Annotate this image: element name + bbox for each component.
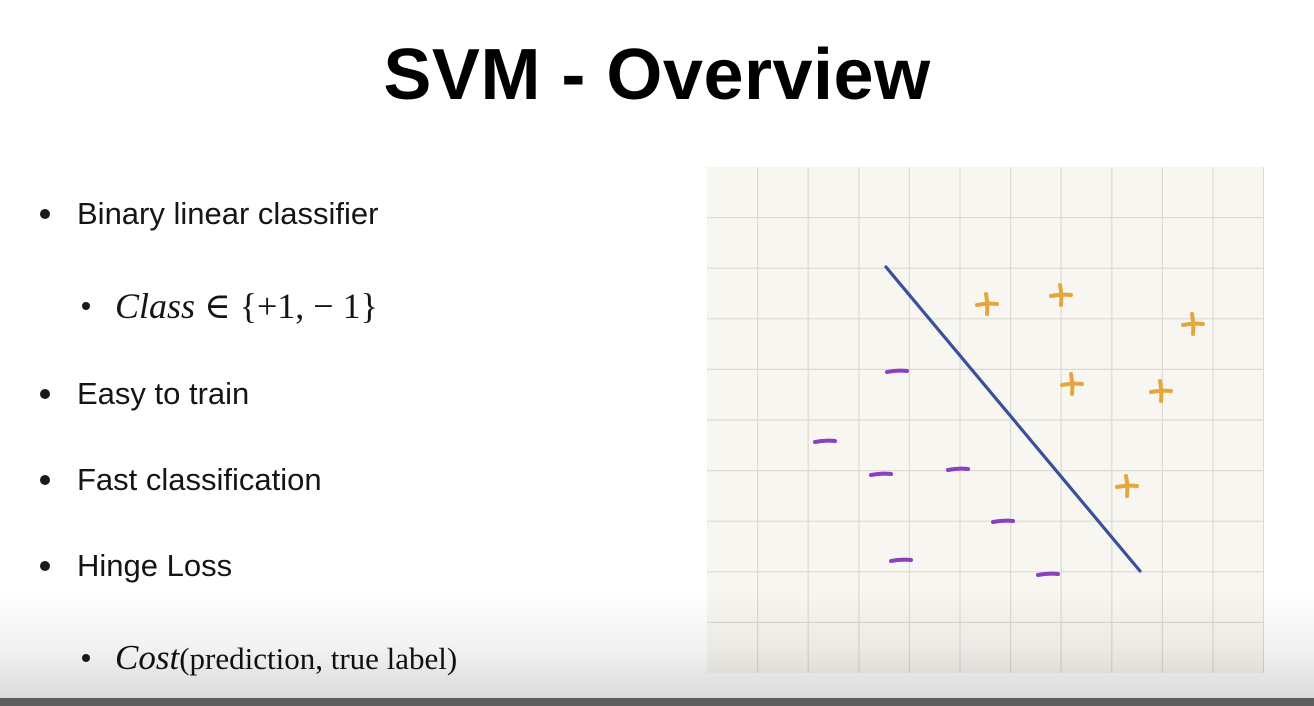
bullet-text: Hinge Loss <box>77 548 233 583</box>
bullet-text: Fast classification <box>77 462 322 497</box>
cost-variable: Cost <box>115 638 180 677</box>
bullet-text: Easy to train <box>77 376 250 411</box>
bullet-fast-classification: Fast classification <box>40 462 322 498</box>
bullet-hinge-loss: Hinge Loss <box>40 548 232 584</box>
cost-arguments: (prediction, true label) <box>179 641 458 676</box>
minus-point <box>813 438 837 444</box>
sub-bullet-class-set: Class ∈ {+1, − 1} <box>82 285 378 327</box>
class-variable: Class <box>115 286 196 326</box>
minus-point <box>869 471 893 477</box>
bullet-text: Binary linear classifier <box>77 196 379 231</box>
bullet-dot <box>40 209 50 219</box>
slide-title: SVM - Overview <box>383 35 931 115</box>
bullet-dot <box>40 389 50 399</box>
class-set: ∈ {+1, − 1} <box>195 286 378 326</box>
bullet-easy-to-train: Easy to train <box>40 376 249 412</box>
bullet-dot <box>82 302 90 310</box>
cost-formula: Cost(prediction, true label) <box>115 638 457 678</box>
svm-sketch-figure <box>707 167 1264 673</box>
minus-point <box>946 466 970 472</box>
video-bottom-bar <box>0 698 1314 706</box>
bullet-dot <box>82 654 90 662</box>
minus-point <box>889 557 913 563</box>
minus-point <box>991 518 1015 524</box>
bullet-dot <box>40 475 50 485</box>
bullet-dot <box>40 561 50 571</box>
svm-sketch-svg <box>707 167 1264 673</box>
slide: SVM - Overview Binary linear classifier … <box>0 0 1314 706</box>
bullet-binary-linear-classifier: Binary linear classifier <box>40 196 379 232</box>
class-formula: Class ∈ {+1, − 1} <box>115 285 378 327</box>
sub-bullet-cost-function: Cost(prediction, true label) <box>82 638 457 678</box>
minus-point <box>885 368 909 374</box>
minus-point <box>1036 571 1060 577</box>
